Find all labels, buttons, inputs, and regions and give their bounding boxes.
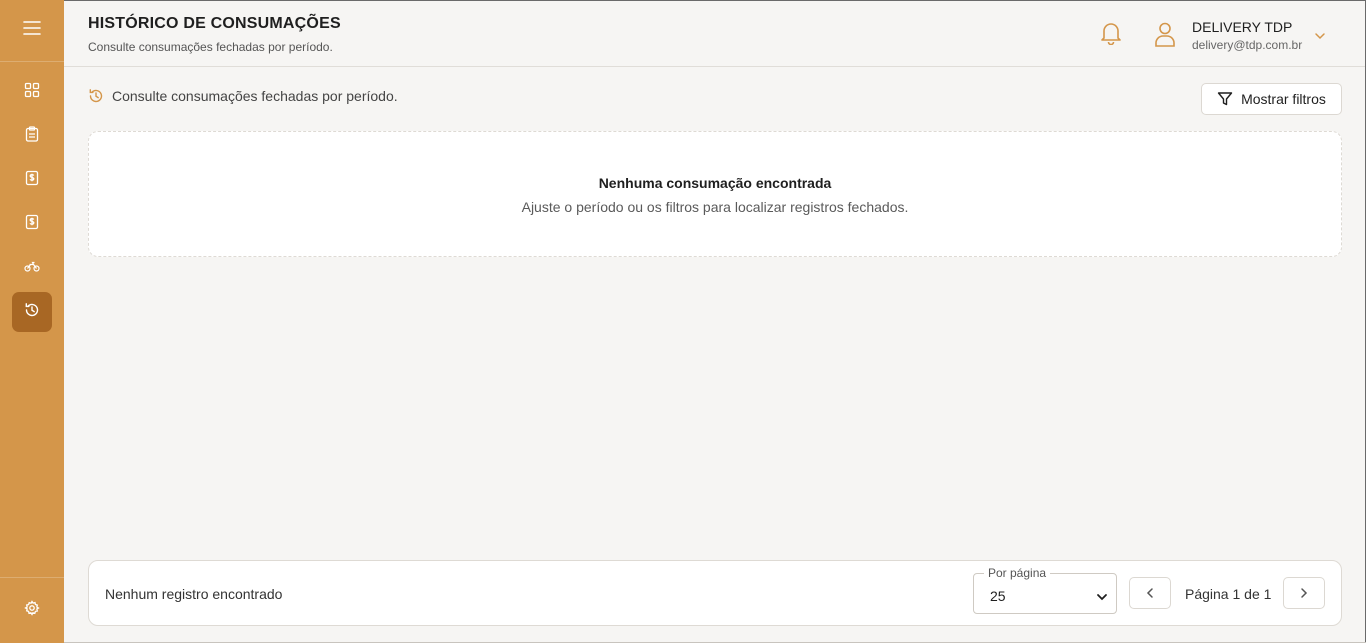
- chevron-left-icon: [1146, 588, 1153, 598]
- next-page-button[interactable]: [1283, 577, 1325, 609]
- sidebar-item-invoices[interactable]: [12, 204, 52, 244]
- show-filters-label: Mostrar filtros: [1241, 91, 1326, 107]
- clipboard-icon: [24, 125, 40, 147]
- invoice-dollar-icon: [24, 214, 40, 235]
- per-page-label: Por página: [984, 566, 1051, 580]
- gear-icon[interactable]: [24, 600, 40, 621]
- empty-state: Nenhuma consumação encontrada Ajuste o p…: [88, 131, 1342, 257]
- history-icon: [24, 302, 40, 323]
- records-count: Nenhum registro encontrado: [105, 586, 283, 602]
- per-page-select[interactable]: Por página 25: [973, 566, 1117, 614]
- sidebar-item-orders[interactable]: [12, 116, 52, 156]
- sidebar-top: [0, 0, 64, 62]
- motorcycle-icon: [24, 259, 40, 278]
- page-info: Página 1 de 1: [1185, 586, 1272, 602]
- empty-state-message: Ajuste o período ou os filtros para loca…: [521, 199, 909, 215]
- receipt-dollar-icon: [24, 170, 40, 191]
- per-page-value: 25: [990, 588, 1006, 604]
- user-avatar-icon[interactable]: [1154, 21, 1176, 52]
- chevron-down-icon: [1096, 588, 1108, 606]
- chevron-down-icon[interactable]: [1314, 27, 1326, 45]
- dashboard-grid-icon: [24, 82, 40, 103]
- page-title: HISTÓRICO DE CONSUMAÇÕES: [88, 15, 341, 32]
- show-filters-button[interactable]: Mostrar filtros: [1201, 83, 1342, 115]
- previous-page-button[interactable]: [1129, 577, 1171, 609]
- sidebar-item-receipts[interactable]: [12, 160, 52, 200]
- bell-icon[interactable]: [1100, 21, 1122, 50]
- sidebar-item-history[interactable]: [12, 292, 52, 332]
- hamburger-menu-icon[interactable]: [23, 20, 41, 41]
- top-header: HISTÓRICO DE CONSUMAÇÕES Consulte consum…: [64, 0, 1366, 67]
- sidebar-item-dashboard[interactable]: [12, 72, 52, 112]
- content-description-text: Consulte consumações fechadas por períod…: [112, 88, 398, 104]
- chevron-right-icon: [1301, 588, 1308, 598]
- history-icon: [88, 88, 104, 104]
- sidebar: [0, 0, 64, 643]
- filter-icon: [1217, 92, 1233, 106]
- sidebar-bottom: [0, 577, 64, 643]
- user-name: DELIVERY TDP: [1192, 19, 1293, 35]
- sidebar-item-delivery[interactable]: [12, 248, 52, 288]
- content-description: Consulte consumações fechadas por períod…: [88, 88, 398, 104]
- sidebar-nav: [0, 72, 64, 336]
- pagination-footer: Nenhum registro encontrado Por página 25…: [88, 560, 1342, 626]
- user-email: delivery@tdp.com.br: [1192, 38, 1303, 52]
- empty-state-title: Nenhuma consumação encontrada: [598, 175, 832, 191]
- page-subtitle: Consulte consumações fechadas por períod…: [88, 40, 333, 54]
